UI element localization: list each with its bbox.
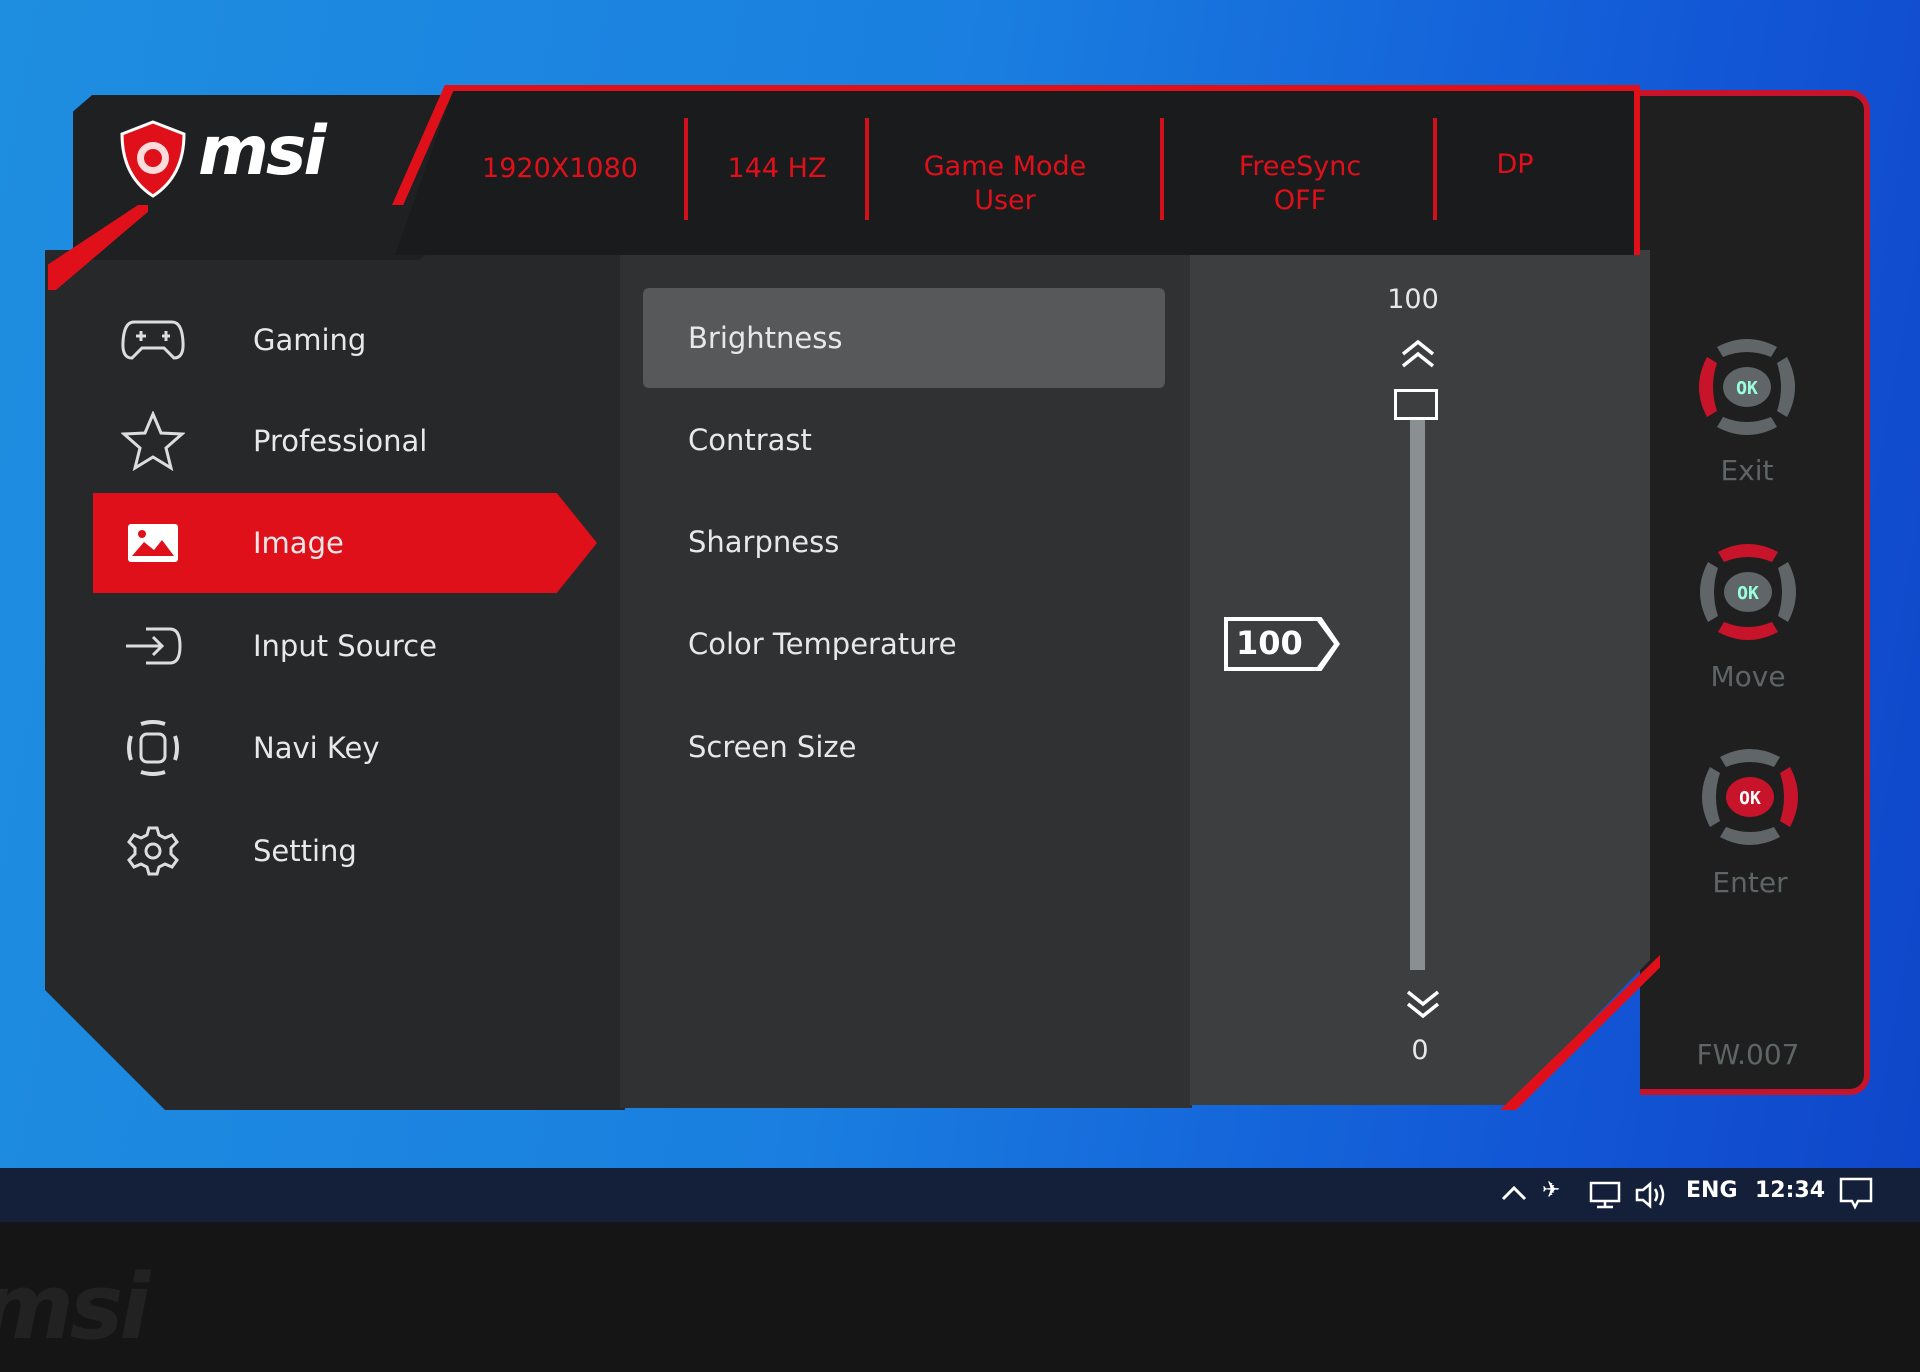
show-hidden-icons-icon[interactable] xyxy=(1500,1183,1528,1203)
increase-chevron-icon[interactable] xyxy=(1398,338,1438,370)
sidebar-item-label: Professional xyxy=(253,424,428,458)
sidebar-item-label: Navi Key xyxy=(253,731,380,765)
sidebar-item-setting[interactable]: Setting xyxy=(93,801,597,901)
slider-min-label: 0 xyxy=(1411,1035,1429,1066)
sidebar-item-professional[interactable]: Professional xyxy=(93,391,597,491)
msi-logo: msi xyxy=(198,112,327,191)
brightness-slider-track[interactable] xyxy=(1410,420,1425,970)
game-mode-value: User xyxy=(974,185,1036,216)
navi-key-icon xyxy=(93,720,213,776)
navi-key-enter-label: Enter xyxy=(1712,866,1788,899)
submenu-item-contrast[interactable]: Contrast xyxy=(643,390,1165,490)
game-mode-status: Game Mode User xyxy=(885,150,1125,218)
value-box: 100 xyxy=(1224,617,1340,671)
msi-dragon-shield-icon xyxy=(120,120,186,198)
network-icon[interactable] xyxy=(1588,1180,1622,1210)
brightness-value: 100 xyxy=(1236,624,1303,662)
input-icon xyxy=(93,624,213,668)
submenu-item-color-temperature[interactable]: Color Temperature xyxy=(643,594,1165,694)
divider xyxy=(865,118,869,220)
language-indicator[interactable]: ENG xyxy=(1686,1178,1738,1203)
refresh-rate-status: 144 HZ xyxy=(727,153,827,184)
slider-max-label: 100 xyxy=(1387,284,1439,315)
svg-text:OK: OK xyxy=(1739,788,1761,809)
sidebar-item-label: Image xyxy=(253,526,344,560)
navi-key-move-label: Move xyxy=(1710,660,1786,693)
monitor-bezel xyxy=(0,1222,1920,1372)
svg-text:OK: OK xyxy=(1736,378,1758,399)
divider xyxy=(1433,118,1437,220)
sidebar-item-gaming[interactable]: Gaming xyxy=(93,290,597,390)
sidebar-item-label: Input Source xyxy=(253,629,437,663)
resolution-status: 1920X1080 xyxy=(482,153,638,184)
navi-key-move-icon: OK xyxy=(1700,544,1796,640)
sidebar-item-image[interactable]: Image xyxy=(93,493,597,593)
airplane-mode-icon[interactable]: ✈ xyxy=(1542,1178,1560,1203)
game-mode-label: Game Mode xyxy=(923,151,1087,182)
navi-key-exit-label: Exit xyxy=(1720,454,1774,487)
gear-icon xyxy=(93,825,213,877)
firmware-version: FW.007 xyxy=(1696,1038,1800,1071)
svg-text:OK: OK xyxy=(1737,583,1759,604)
input-status: DP xyxy=(1496,149,1534,180)
sidebar-item-label: Setting xyxy=(253,834,357,868)
freesync-value: OFF xyxy=(1273,185,1327,216)
navi-key-enter-icon: OK xyxy=(1702,749,1798,845)
volume-icon[interactable] xyxy=(1634,1180,1668,1210)
star-icon xyxy=(93,411,213,471)
submenu-item-brightness[interactable]: Brightness xyxy=(643,288,1165,388)
freesync-status: FreeSync OFF xyxy=(1200,150,1400,218)
submenu-item-screen-size[interactable]: Screen Size xyxy=(643,697,1165,797)
notification-icon[interactable] xyxy=(1838,1176,1874,1212)
brightness-slider-thumb[interactable] xyxy=(1394,389,1438,420)
clock[interactable]: 12:34 xyxy=(1755,1178,1825,1203)
sidebar-item-input-source[interactable]: Input Source xyxy=(93,596,597,696)
gamepad-icon xyxy=(93,318,213,362)
freesync-label: FreeSync xyxy=(1238,151,1362,182)
sidebar-item-label: Gaming xyxy=(253,323,367,357)
bezel-logo: msi xyxy=(0,1255,150,1360)
navi-key-exit-icon: OK xyxy=(1699,339,1795,435)
taskbar xyxy=(0,1168,1920,1222)
decrease-chevron-icon[interactable] xyxy=(1403,988,1443,1020)
divider xyxy=(684,118,688,220)
image-icon xyxy=(93,522,213,564)
submenu-item-sharpness[interactable]: Sharpness xyxy=(643,492,1165,592)
sidebar-item-navi-key[interactable]: Navi Key xyxy=(93,698,597,798)
divider xyxy=(1160,118,1164,220)
